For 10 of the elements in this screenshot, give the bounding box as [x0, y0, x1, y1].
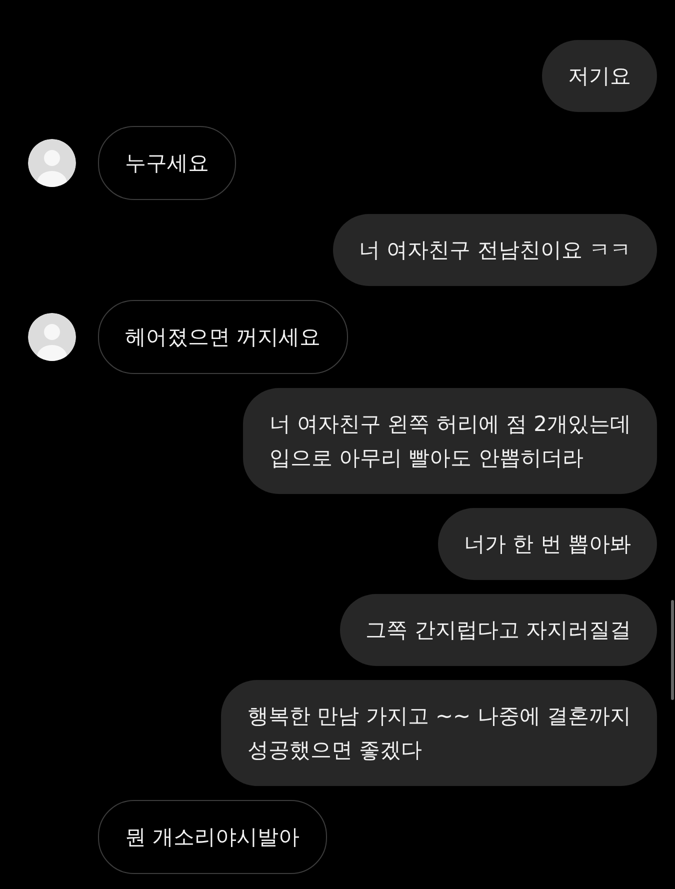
message-bubble: 누구세요 — [98, 126, 236, 200]
message-bubble: 뭔 개소리야시발아 — [98, 800, 327, 874]
message-bubble: 행복한 만남 가지고 ~~ 나중에 결혼까지 성공했으면 좋겠다 — [221, 680, 657, 786]
message-bubble: 너 여자친구 전남친이요 ㅋㅋ — [332, 214, 657, 286]
message-bubble: 그쪽 간지럽다고 자지러질걸 — [340, 594, 657, 666]
message-bubble: 저기요 — [542, 40, 657, 112]
scrollbar-thumb[interactable] — [671, 600, 674, 700]
message-bubble: 헤어졌으면 꺼지세요 — [98, 300, 348, 374]
message-bubble: 너 여자친구 왼쪽 허리에 점 2개있는데 입으로 아무리 빨아도 안뽑히더라 — [243, 388, 657, 494]
message-bubble: 너가 한 번 뽑아봐 — [438, 508, 657, 580]
